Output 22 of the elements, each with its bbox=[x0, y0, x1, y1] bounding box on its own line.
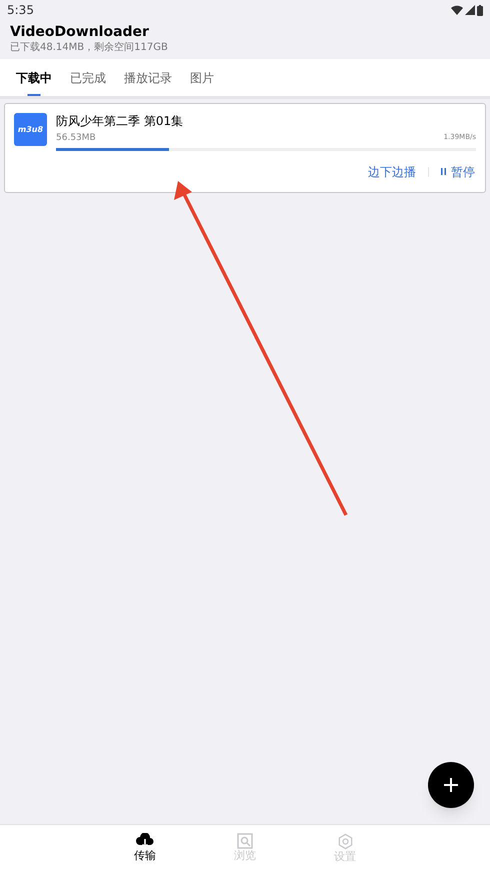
tab[interactable]: 播放记录 bbox=[115, 59, 181, 96]
video-title: 防风少年第二季 第01集 bbox=[56, 113, 184, 129]
plus-icon bbox=[443, 777, 459, 793]
tab[interactable]: 图片 bbox=[181, 59, 223, 96]
tab[interactable]: 下载中 bbox=[7, 59, 61, 96]
signal-icon bbox=[465, 5, 475, 15]
battery-icon bbox=[477, 4, 483, 16]
search-icon bbox=[237, 833, 253, 849]
nav-item[interactable]: 传输 bbox=[129, 833, 161, 871]
tab-indicator bbox=[28, 94, 40, 96]
pause-icon bbox=[441, 168, 446, 175]
add-button[interactable] bbox=[428, 762, 474, 808]
wifi-icon bbox=[451, 5, 463, 15]
play-while-downloading-link[interactable]: 边下边播 bbox=[368, 162, 416, 180]
tab[interactable]: 已完成 bbox=[61, 59, 115, 96]
settings-icon bbox=[336, 833, 354, 850]
file-type-badge: m3u8 bbox=[14, 113, 47, 146]
app-title: VideoDownloader bbox=[10, 23, 150, 41]
status-time: 5:35 bbox=[7, 2, 34, 19]
file-size: 56.53MB bbox=[56, 132, 96, 145]
pause-button[interactable]: 暂停 bbox=[441, 162, 475, 180]
storage-summary: 已下载48.14MB，剩余空间117GB bbox=[10, 41, 169, 55]
